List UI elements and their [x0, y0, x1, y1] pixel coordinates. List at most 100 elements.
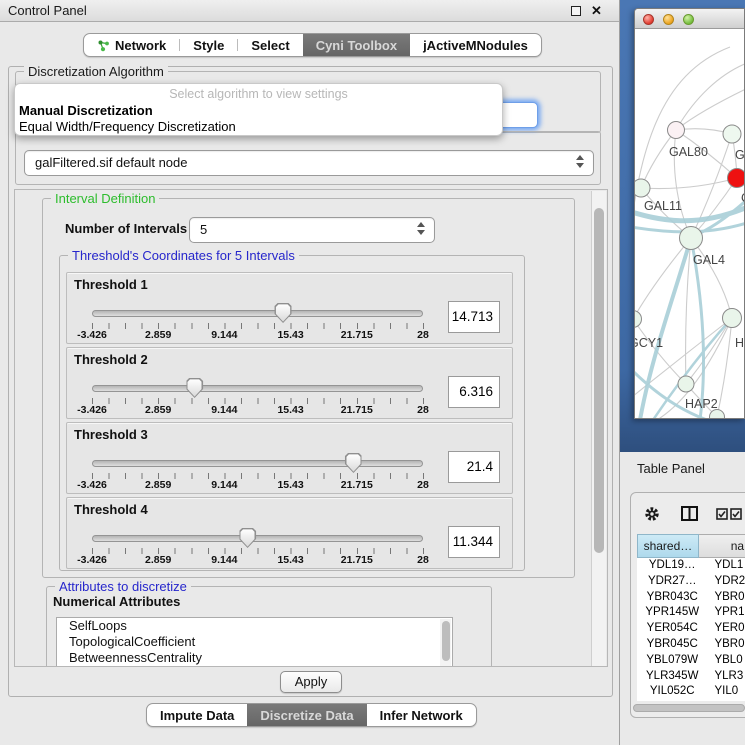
checkbox-checked-icon[interactable]: [716, 508, 728, 520]
tab-cyni-toolbox[interactable]: Cyni Toolbox: [303, 34, 410, 56]
slider-track[interactable]: [92, 535, 423, 542]
table-row[interactable]: YBR043CYBR0: [637, 590, 745, 606]
table-row[interactable]: YPR145WYPR1: [637, 605, 745, 621]
node-label-ga: GA: [735, 148, 745, 162]
table-panel: Table Panel: [620, 452, 745, 745]
threshold-4-label: Threshold 4: [74, 502, 148, 517]
attributes-group-label: Attributes to discretize: [55, 579, 191, 594]
top-tab-bar: Network Style Select Cyni Toolbox jActiv…: [83, 33, 542, 57]
table-toolbar: [631, 493, 745, 533]
slider-tick-labels: -3.426 2.859 9.144 15.43 21.715 28: [92, 404, 423, 416]
tab-jactivemnodules[interactable]: jActiveMNodules: [410, 34, 541, 56]
tab-infer-network[interactable]: Infer Network: [367, 704, 476, 726]
node-label-c: C: [741, 191, 745, 205]
slider-track[interactable]: [92, 460, 423, 467]
threshold-1-slider[interactable]: [92, 302, 423, 322]
node-ga[interactable]: [723, 125, 741, 143]
threshold-3-panel: Threshold 3 -3.426 2.859 9.144 15.43 21.…: [66, 422, 513, 494]
float-window-icon[interactable]: [571, 6, 581, 16]
table-panel-title: Table Panel: [637, 461, 705, 476]
threshold-1-label: Threshold 1: [74, 277, 148, 292]
table-row[interactable]: YLR345WYLR3: [637, 669, 745, 685]
attribute-item[interactable]: TopologicalCoefficient: [57, 634, 452, 650]
slider-track[interactable]: [92, 385, 423, 392]
apply-button[interactable]: Apply: [280, 671, 342, 693]
minimize-traffic-light-icon[interactable]: [663, 14, 674, 25]
threshold-3-label: Threshold 3: [74, 427, 148, 442]
node-gcy1[interactable]: [635, 311, 642, 328]
table-data-value: galFiltered.sif default node: [35, 155, 187, 170]
column-header-name[interactable]: na: [699, 534, 745, 558]
column-header-shared-name[interactable]: shared…: [637, 534, 699, 558]
node-label-gal11: GAL11: [644, 199, 682, 213]
gear-icon[interactable]: [643, 505, 661, 523]
table-data-combobox[interactable]: galFiltered.sif default node: [24, 150, 594, 176]
table-row[interactable]: YBL079WYBL0: [637, 653, 745, 669]
close-traffic-light-icon[interactable]: [643, 14, 654, 25]
tab-select[interactable]: Select: [238, 34, 302, 56]
node-gal11[interactable]: [635, 179, 650, 197]
control-panel: Control Panel ✕ Network Style Select Cyn…: [0, 0, 620, 745]
table-rows[interactable]: YDL19…YDL1 YDR27…YDR2 YBR043CYBR0 YPR145…: [637, 558, 745, 701]
slider-thumb[interactable]: [345, 453, 362, 473]
number-of-intervals-label: Number of Intervals: [65, 221, 187, 236]
table-row[interactable]: YDL19…YDL1: [637, 558, 745, 574]
thresholds-group: Threshold's Coordinates for 5 Intervals …: [59, 255, 525, 571]
cyni-panel: Discretization Algorithm Select algorith…: [8, 66, 613, 697]
slider-thumb[interactable]: [186, 378, 203, 398]
settings-scrollbar[interactable]: [591, 191, 606, 667]
table-row[interactable]: YDR27…YDR2: [637, 574, 745, 590]
slider-track[interactable]: [92, 310, 423, 317]
threshold-1-value-field[interactable]: 14.713: [448, 301, 500, 333]
node-label-hap2: HAP2: [685, 397, 718, 411]
slider-tick-labels: -3.426 2.859 9.144 15.43 21.715 28: [92, 329, 423, 341]
threshold-2-value-field[interactable]: 6.316: [448, 376, 500, 408]
tab-network-label: Network: [115, 38, 166, 53]
attribute-item[interactable]: SelfLoops: [57, 618, 452, 634]
slider-thumb[interactable]: [239, 528, 256, 548]
attribute-item[interactable]: BetweennessCentrality: [57, 650, 452, 666]
zoom-traffic-light-icon[interactable]: [683, 14, 694, 25]
table-row[interactable]: YIL052CYIL0: [637, 684, 745, 700]
dropdown-option-manual[interactable]: Manual Discretization: [19, 103, 153, 118]
node-gal80[interactable]: [668, 122, 685, 139]
number-of-intervals-combobox[interactable]: 5: [189, 217, 435, 243]
table-row[interactable]: YER054CYER0: [637, 621, 745, 637]
checkbox-checked-icon[interactable]: [730, 508, 742, 520]
slider-thumb[interactable]: [275, 303, 292, 323]
table-data-group: Table Data galFiltered.sif default node: [15, 131, 601, 185]
network-desktop: GAL80 GA C GAL11 GAL4 GCY1 H HAP2: [620, 0, 745, 452]
node-gal4[interactable]: [680, 227, 703, 250]
node-label-h: H: [735, 336, 744, 350]
tab-network[interactable]: Network: [84, 34, 179, 56]
combobox-arrows-icon: [417, 222, 426, 238]
threshold-3-value-field[interactable]: 21.4: [448, 451, 500, 483]
threshold-3-slider[interactable]: [92, 452, 423, 472]
control-panel-titlebar: Control Panel ✕: [0, 0, 619, 22]
table-row[interactable]: YBR045CYBR0: [637, 637, 745, 653]
split-panel-icon[interactable]: [681, 506, 698, 521]
dropdown-option-equal-width[interactable]: Equal Width/Frequency Discretization: [19, 119, 236, 134]
network-window-titlebar[interactable]: [635, 9, 744, 29]
node-label-gal4: GAL4: [693, 253, 725, 267]
node-red-selected[interactable]: [728, 169, 745, 188]
threshold-1-panel: Threshold 1 -3.426 2.859 9.144 15.43 21.…: [66, 272, 513, 344]
settings-scrollpane: Interval Definition Number of Intervals …: [14, 189, 608, 667]
threshold-2-slider[interactable]: [92, 377, 423, 397]
threshold-4-slider[interactable]: [92, 527, 423, 547]
tab-impute-data[interactable]: Impute Data: [147, 704, 247, 726]
attributes-list[interactable]: SelfLoops TopologicalCoefficient Between…: [56, 617, 453, 667]
network-view-window[interactable]: GAL80 GA C GAL11 GAL4 GCY1 H HAP2: [634, 8, 745, 419]
tab-style[interactable]: Style: [180, 34, 237, 56]
table-header-row: shared… na: [637, 534, 745, 558]
threshold-4-value-field[interactable]: 11.344: [448, 526, 500, 558]
threshold-2-panel: Threshold 2 -3.426 2.859 9.144 15.43 21.…: [66, 347, 513, 419]
tab-discretize-data[interactable]: Discretize Data: [247, 704, 366, 726]
node-h[interactable]: [723, 309, 742, 328]
dropdown-hint: Select algorithm to view settings: [15, 87, 502, 101]
attributes-list-scrollbar[interactable]: [440, 619, 451, 667]
network-canvas[interactable]: GAL80 GA C GAL11 GAL4 GCY1 H HAP2: [635, 29, 745, 419]
close-icon[interactable]: ✕: [591, 5, 603, 17]
node-hap2[interactable]: [678, 376, 694, 392]
table-horizontal-scrollbar[interactable]: [633, 704, 745, 712]
